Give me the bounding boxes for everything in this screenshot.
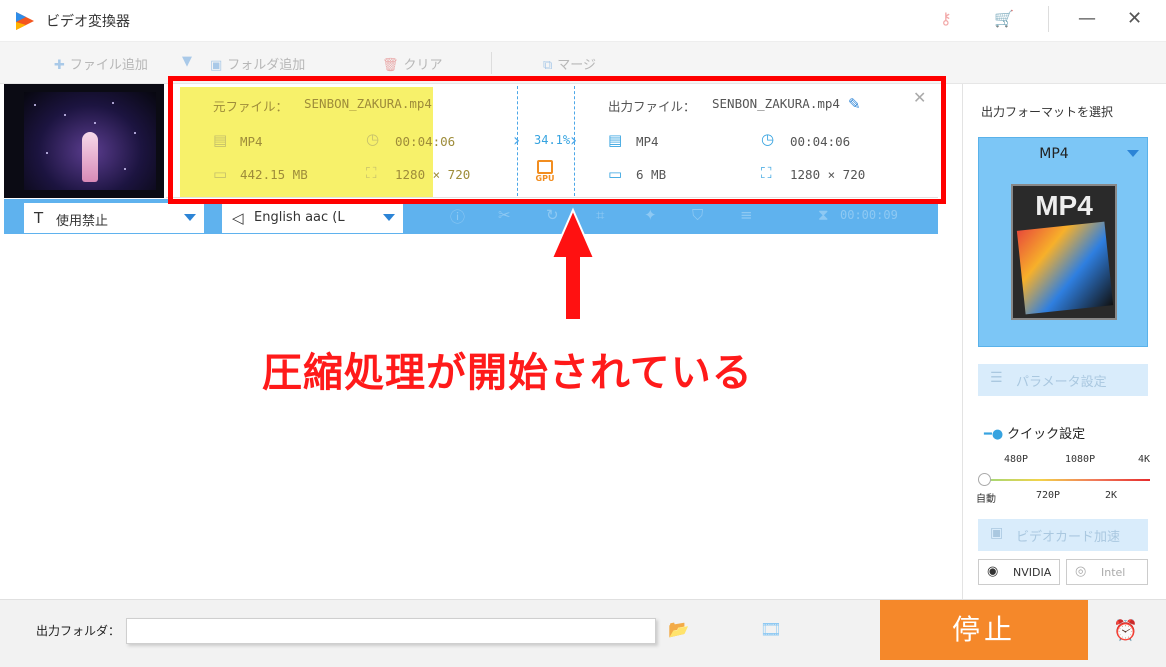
video-thumbnail[interactable] bbox=[4, 84, 164, 198]
merge-button[interactable]: ⧉ マージ bbox=[543, 54, 596, 73]
alarm-clock-icon[interactable]: ⏰ bbox=[1113, 618, 1138, 642]
window-title: ビデオ変換器 bbox=[46, 14, 130, 30]
title-bar: ビデオ変換器 ⚷ 🛒 — ✕ bbox=[0, 0, 1166, 42]
thumbnail-figure bbox=[82, 132, 98, 182]
add-file-dropdown[interactable]: ▼ bbox=[182, 54, 197, 69]
cart-icon[interactable]: 🛒 bbox=[994, 9, 1014, 28]
open-folder-icon[interactable]: 📂 bbox=[668, 620, 689, 640]
audio-select[interactable]: ◁ English aac (L bbox=[222, 203, 403, 233]
tick-auto: 自動 bbox=[976, 494, 996, 505]
output-format-title: 出力フォーマットを選択 bbox=[981, 105, 1114, 119]
parameter-settings-button[interactable]: ☰ パラメータ設定 bbox=[978, 364, 1148, 396]
chevron-down-icon bbox=[383, 214, 395, 221]
output-folder-input[interactable] bbox=[126, 618, 656, 644]
format-image-text: MP4 bbox=[1035, 190, 1093, 221]
parameter-settings-label: パラメータ設定 bbox=[1016, 375, 1107, 390]
stop-button[interactable]: 停止 bbox=[880, 600, 1088, 660]
annotation-up-arrow-icon bbox=[550, 207, 596, 321]
intel-badge[interactable]: ◎ Intel bbox=[1066, 559, 1148, 585]
effect-icon[interactable]: ✦ bbox=[644, 206, 657, 224]
tick-480p: 480P bbox=[1004, 454, 1029, 465]
annotation-red-box bbox=[168, 76, 946, 204]
quality-slider-track[interactable] bbox=[984, 479, 1150, 481]
subtitle-icon: T bbox=[34, 209, 44, 227]
key-icon[interactable]: ⚷ bbox=[940, 9, 952, 28]
toolbar-divider bbox=[491, 52, 492, 74]
folder-icon: ▣ bbox=[210, 58, 223, 73]
titlebar-divider bbox=[1048, 6, 1049, 32]
chip-icon: ▣ bbox=[990, 525, 1004, 541]
info-icon[interactable]: ⓘ bbox=[450, 206, 465, 227]
quality-slider-handle[interactable] bbox=[978, 473, 991, 486]
app-logo-icon bbox=[16, 12, 34, 30]
output-folder-label: 出力フォルダ： bbox=[36, 624, 121, 638]
chevron-down-icon[interactable] bbox=[1127, 150, 1139, 157]
nvidia-badge[interactable]: ◉ NVIDIA bbox=[978, 559, 1060, 585]
mp4-format-icon: MP4 bbox=[1011, 184, 1117, 320]
add-folder-label: フォルダ追加 bbox=[227, 58, 306, 73]
quick-setting-label: ━● クイック設定 bbox=[984, 427, 1086, 442]
elapsed-time: 00:00:09 bbox=[840, 208, 898, 222]
minimize-button[interactable]: — bbox=[1078, 8, 1096, 29]
merge-label: マージ bbox=[557, 58, 597, 73]
intel-label: Intel bbox=[1101, 566, 1126, 579]
speaker-icon: ◁ bbox=[232, 209, 244, 227]
hourglass-icon: ⧗ bbox=[818, 206, 829, 224]
chevron-down-icon bbox=[184, 214, 196, 221]
video-card-accel-label: ビデオカード加速 bbox=[1016, 530, 1121, 545]
annotation-text: 圧縮処理が開始されている bbox=[262, 350, 753, 396]
thumbnail-image bbox=[24, 92, 156, 190]
format-selector[interactable]: MP4 MP4 bbox=[978, 137, 1148, 347]
cut-icon[interactable]: ✂ bbox=[498, 206, 511, 224]
tick-2k: 2K bbox=[1105, 490, 1118, 501]
add-file-button[interactable]: ✚ ファイル追加 bbox=[54, 54, 148, 73]
trash-icon: 🗑 bbox=[382, 58, 399, 73]
intel-icon: ◎ bbox=[1075, 564, 1087, 579]
sliders-icon: ☰ bbox=[990, 370, 1003, 386]
chevron-down-icon: ▼ bbox=[182, 54, 192, 69]
subtitle-select[interactable]: T 使用禁止 bbox=[24, 203, 204, 233]
watermark-icon[interactable]: ⛉ bbox=[692, 206, 703, 224]
add-file-label: ファイル追加 bbox=[69, 58, 148, 73]
audio-value: English aac (L bbox=[254, 210, 345, 225]
film-icon[interactable]: 🎞 bbox=[760, 620, 782, 640]
tick-720p: 720P bbox=[1036, 490, 1061, 501]
video-card-accel-button[interactable]: ▣ ビデオカード加速 bbox=[978, 519, 1148, 551]
format-name: MP4 bbox=[1039, 146, 1069, 162]
clear-button[interactable]: 🗑 クリア bbox=[382, 54, 443, 73]
clear-label: クリア bbox=[403, 58, 443, 73]
subtitle-value: 使用禁止 bbox=[56, 214, 109, 229]
plus-icon: ✚ bbox=[54, 58, 65, 73]
add-folder-button[interactable]: ▣ フォルダ追加 bbox=[210, 54, 305, 73]
close-button[interactable]: ✕ bbox=[1127, 8, 1142, 29]
tick-1080p: 1080P bbox=[1065, 454, 1096, 465]
tick-4k: 4K bbox=[1138, 454, 1151, 465]
nvidia-icon: ◉ bbox=[987, 564, 999, 579]
edit-subtitle-icon[interactable]: ≡ bbox=[740, 206, 753, 224]
nvidia-label: NVIDIA bbox=[1013, 566, 1052, 579]
merge-icon: ⧉ bbox=[543, 58, 553, 73]
film-strip-image bbox=[1016, 221, 1114, 315]
slider-icon: ━● bbox=[984, 427, 1004, 442]
